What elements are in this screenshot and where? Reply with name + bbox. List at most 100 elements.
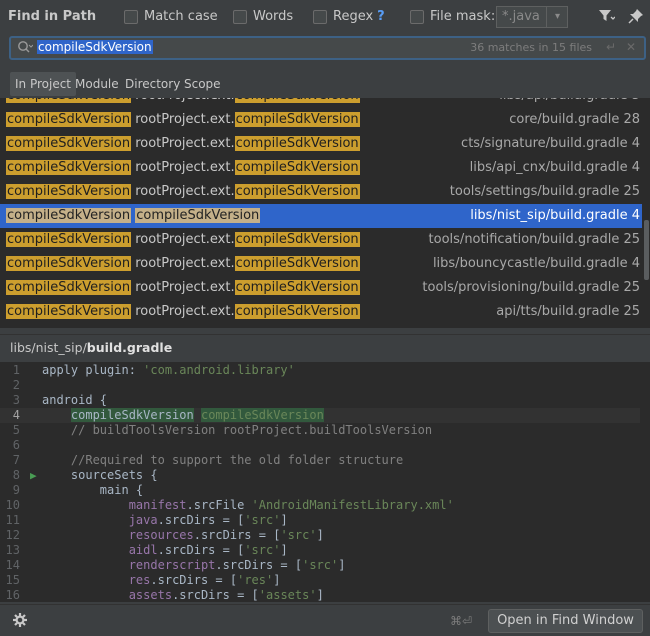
line-number: 14	[5, 558, 20, 572]
result-row[interactable]: compileSdkVersion rootProject.ext.compil…	[0, 180, 642, 204]
result-code: compileSdkVersion rootProject.ext.compil…	[6, 180, 360, 204]
result-code-text: rootProject.ext.	[131, 280, 235, 295]
search-icon[interactable]	[17, 40, 34, 57]
result-match-highlight: compileSdkVersion	[6, 136, 132, 151]
result-match-highlight: compileSdkVersion	[6, 232, 132, 247]
tab-in-project[interactable]: In Project	[10, 72, 77, 96]
pin-icon[interactable]	[628, 8, 644, 28]
result-row[interactable]: compileSdkVersion rootProject.ext.compil…	[0, 252, 642, 276]
code-line: compileSdkVersion compileSdkVersion	[70, 408, 324, 422]
result-match-highlight: compileSdkVersion	[234, 112, 360, 127]
open-shortcut-hint: ⌘⏎	[450, 614, 473, 628]
result-row[interactable]: compileSdkVersion rootProject.ext.compil…	[0, 300, 642, 324]
regex-label[interactable]: Regex?	[333, 9, 385, 24]
enter-icon[interactable]: ↵	[606, 40, 616, 54]
line-number: 8	[12, 468, 20, 482]
code-line: apply plugin: 'com.android.library'	[42, 363, 295, 377]
code-line: //Required to support the old folder str…	[42, 453, 404, 467]
code-line: main {	[42, 483, 144, 497]
code-line: assets.srcDirs = ['assets']	[128, 588, 324, 602]
line-number: 2	[12, 378, 20, 392]
line-number: 11	[5, 513, 20, 527]
result-match-highlight: compileSdkVersion	[234, 280, 360, 295]
regex-help-link[interactable]: ?	[377, 9, 385, 24]
results-list[interactable]: compileSdkVersion rootProject.ext.compil…	[0, 98, 650, 328]
result-match-highlight: compileSdkVersion	[6, 98, 132, 103]
result-row[interactable]: compileSdkVersion rootProject.ext.compil…	[0, 156, 642, 180]
result-file-path: libs/api_cnx/build.gradle 4	[469, 160, 640, 175]
search-input[interactable]: compileSdkVersion	[37, 40, 153, 54]
result-code: compileSdkVersion compileSdkVersion	[6, 204, 261, 228]
result-row[interactable]: compileSdkVersion rootProject.ext.compil…	[0, 108, 642, 132]
line-number: 12	[5, 528, 20, 542]
code-line: android {	[42, 393, 108, 407]
result-match-highlight: compileSdkVersion	[234, 136, 360, 151]
result-row[interactable]: compileSdkVersion rootProject.ext.compil…	[0, 228, 642, 252]
line-number: 5	[12, 423, 20, 437]
search-field[interactable]: compileSdkVersion 36 matches in 15 files…	[9, 36, 646, 60]
dialog-title: Find in Path	[8, 9, 97, 24]
result-code-text: rootProject.ext.	[131, 184, 235, 199]
result-code-text: rootProject.ext.	[131, 232, 235, 247]
file-mask-label[interactable]: File mask:	[430, 9, 495, 24]
result-row[interactable]: compileSdkVersion rootProject.ext.compil…	[0, 132, 642, 156]
result-match-highlight: compileSdkVersion	[234, 184, 360, 199]
filter-icon[interactable]	[598, 8, 616, 27]
line-number: 7	[12, 453, 20, 467]
tab-directory[interactable]: Directory	[120, 72, 185, 96]
result-match-highlight: compileSdkVersion	[6, 256, 132, 271]
line-number: 16	[5, 588, 20, 602]
tab-scope[interactable]: Scope	[179, 72, 226, 96]
result-code: compileSdkVersion rootProject.ext.compil…	[6, 108, 360, 132]
close-icon[interactable]: ✕	[626, 40, 636, 54]
result-code: compileSdkVersion rootProject.ext.compil…	[6, 252, 360, 276]
result-match-highlight: compileSdkVersion	[6, 208, 132, 223]
result-code: compileSdkVersion rootProject.ext.compil…	[6, 276, 360, 300]
result-match-highlight: compileSdkVersion	[234, 304, 360, 319]
preview-file-header: libs/nist_sip/build.gradle	[0, 334, 650, 361]
chevron-down-icon[interactable]: ▾	[546, 7, 568, 27]
result-row[interactable]: compileSdkVersion rootProject.ext.compil…	[0, 276, 642, 300]
code-line: aidl.srcDirs = ['src']	[128, 543, 288, 557]
code-line: sourceSets {	[42, 468, 158, 482]
result-file-path: tools/provisioning/build.gradle 25	[422, 280, 640, 295]
match-case-label[interactable]: Match case	[144, 9, 218, 24]
results-scrollbar[interactable]	[644, 98, 649, 328]
result-file-path: tools/settings/build.gradle 25	[449, 184, 640, 199]
result-match-highlight: compileSdkVersion	[6, 112, 132, 127]
result-file-path: tools/notification/build.gradle 25	[428, 232, 640, 247]
match-case-checkbox[interactable]	[124, 10, 138, 24]
regex-checkbox[interactable]	[313, 10, 327, 24]
result-match-highlight: compileSdkVersion	[135, 208, 261, 223]
result-file-path: libs/nist_sip/build.gradle 4	[470, 208, 640, 223]
result-code-text: rootProject.ext.	[131, 112, 235, 127]
result-code-text: rootProject.ext.	[131, 160, 235, 175]
tab-module[interactable]: Module	[70, 72, 124, 96]
code-line: manifest.srcFile 'AndroidManifestLibrary…	[128, 498, 454, 512]
file-mask-checkbox[interactable]	[410, 10, 424, 24]
result-code: compileSdkVersion rootProject.ext.compil…	[6, 98, 360, 108]
result-code: compileSdkVersion rootProject.ext.compil…	[6, 228, 360, 252]
preview-file-path: libs/nist_sip/build.gradle	[10, 340, 173, 355]
result-match-highlight: compileSdkVersion	[6, 160, 132, 175]
match-count: 36 matches in 15 files	[470, 41, 592, 54]
open-in-find-window-button[interactable]: Open in Find Window	[488, 609, 643, 633]
result-code: compileSdkVersion rootProject.ext.compil…	[6, 156, 360, 180]
code-line: renderscript.srcDirs = ['src']	[128, 558, 346, 572]
result-code-text: rootProject.ext.	[131, 98, 234, 103]
result-row[interactable]: compileSdkVersion compileSdkVersion libs/…	[0, 204, 642, 228]
gear-icon[interactable]	[12, 612, 28, 632]
result-code-text: rootProject.ext.	[131, 136, 235, 151]
result-match-highlight: compileSdkVersion	[234, 98, 360, 103]
words-label[interactable]: Words	[253, 9, 293, 24]
line-number: 15	[5, 573, 20, 587]
result-code-text: rootProject.ext.	[131, 256, 235, 271]
line-number: 10	[5, 498, 20, 512]
result-row[interactable]: compileSdkVersion rootProject.ext.compil…	[0, 98, 642, 108]
scope-tabs: In Project Module Directory Scope	[0, 72, 650, 96]
code-preview[interactable]: 1 apply plugin: 'com.android.library' 2 3 an…	[0, 362, 650, 602]
code-line: // buildToolsVersion rootProject.buildTo…	[42, 423, 433, 437]
code-line: res.srcDirs = ['res']	[128, 573, 281, 587]
words-checkbox[interactable]	[233, 10, 247, 24]
run-gutter-icon[interactable]: ▶	[30, 469, 37, 482]
